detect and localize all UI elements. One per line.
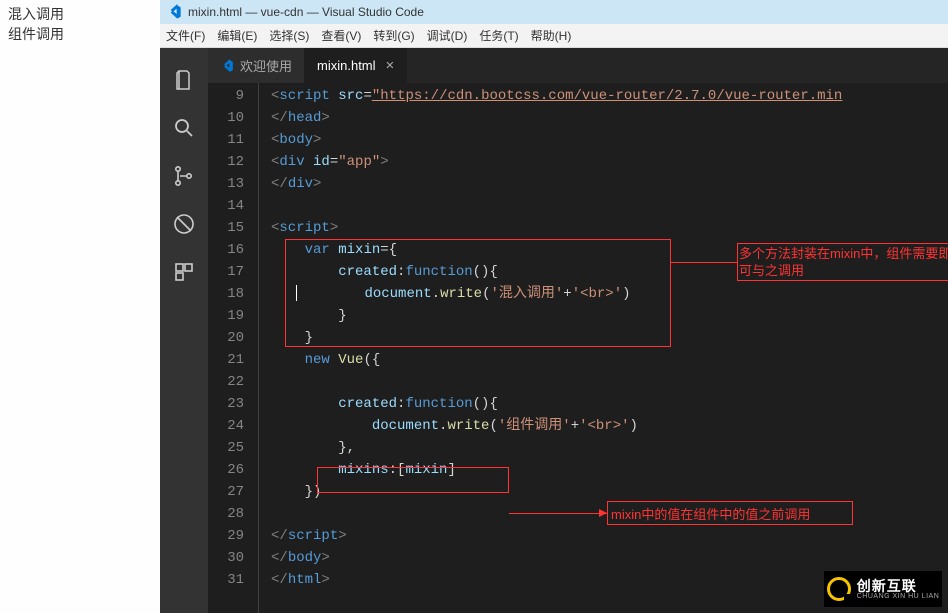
code-body[interactable]: <script src="https://cdn.bootcss.com/vue…: [258, 83, 948, 613]
watermark-subtext: CHUANG XIN HU LIAN: [857, 593, 940, 600]
line-number: 17: [208, 261, 244, 283]
explorer-icon[interactable]: [170, 66, 198, 94]
watermark-logo-icon: [827, 577, 851, 601]
extensions-icon[interactable]: [170, 258, 198, 286]
line-number: 15: [208, 217, 244, 239]
tab-welcome-label: 欢迎使用: [240, 56, 292, 75]
line-number: 31: [208, 569, 244, 591]
line-number: 12: [208, 151, 244, 173]
line-number: 27: [208, 481, 244, 503]
editor-group: 欢迎使用 mixin.html × 9101112131415161718192…: [208, 48, 948, 613]
debug-icon[interactable]: [170, 210, 198, 238]
line-number: 10: [208, 107, 244, 129]
line-number: 26: [208, 459, 244, 481]
titlebar: mixin.html — vue-cdn — Visual Studio Cod…: [160, 0, 948, 24]
line-number: 18: [208, 283, 244, 305]
arrow-icon: [599, 509, 607, 517]
code-area[interactable]: 9101112131415161718192021222324252627282…: [208, 83, 948, 613]
line-number: 30: [208, 547, 244, 569]
line-number: 28: [208, 503, 244, 525]
left-output-pane: 混入调用 组件调用: [0, 0, 160, 613]
output-line-2: 组件调用: [8, 24, 152, 44]
editor-tabs: 欢迎使用 mixin.html ×: [208, 48, 948, 83]
line-number: 20: [208, 327, 244, 349]
line-number: 14: [208, 195, 244, 217]
vscode-window: mixin.html — vue-cdn — Visual Studio Cod…: [160, 0, 948, 613]
output-line-1: 混入调用: [8, 4, 152, 24]
git-icon[interactable]: [170, 162, 198, 190]
menu-help[interactable]: 帮助(H): [531, 27, 572, 44]
line-gutter: 9101112131415161718192021222324252627282…: [208, 83, 258, 613]
menu-edit[interactable]: 编辑(E): [217, 27, 257, 44]
watermark-text: 创新互联: [857, 579, 940, 593]
watermark: 创新互联 CHUANG XIN HU LIAN: [824, 571, 942, 607]
line-number: 22: [208, 371, 244, 393]
line-number: 13: [208, 173, 244, 195]
menu-task[interactable]: 任务(T): [479, 27, 518, 44]
menu-file[interactable]: 文件(F): [166, 27, 205, 44]
menu-select[interactable]: 选择(S): [269, 27, 309, 44]
titlebar-text: mixin.html — vue-cdn — Visual Studio Cod…: [188, 5, 424, 19]
tab-welcome[interactable]: 欢迎使用: [208, 48, 305, 83]
tab-mixin-label: mixin.html: [317, 58, 376, 73]
close-icon[interactable]: ×: [386, 57, 395, 74]
line-number: 23: [208, 393, 244, 415]
line-number: 11: [208, 129, 244, 151]
menubar: 文件(F) 编辑(E) 选择(S) 查看(V) 转到(G) 调试(D) 任务(T…: [160, 24, 948, 48]
tab-mixin[interactable]: mixin.html ×: [305, 48, 407, 83]
activity-bar: [160, 48, 208, 613]
vscode-tab-icon: [220, 59, 234, 73]
menu-view[interactable]: 查看(V): [321, 27, 361, 44]
menu-goto[interactable]: 转到(G): [373, 27, 414, 44]
search-icon[interactable]: [170, 114, 198, 142]
menu-debug[interactable]: 调试(D): [427, 27, 468, 44]
line-number: 24: [208, 415, 244, 437]
line-number: 19: [208, 305, 244, 327]
text-cursor: [296, 285, 297, 301]
line-number: 29: [208, 525, 244, 547]
line-number: 9: [208, 85, 244, 107]
line-number: 21: [208, 349, 244, 371]
vscode-logo-icon: [166, 4, 182, 20]
line-number: 25: [208, 437, 244, 459]
line-number: 16: [208, 239, 244, 261]
